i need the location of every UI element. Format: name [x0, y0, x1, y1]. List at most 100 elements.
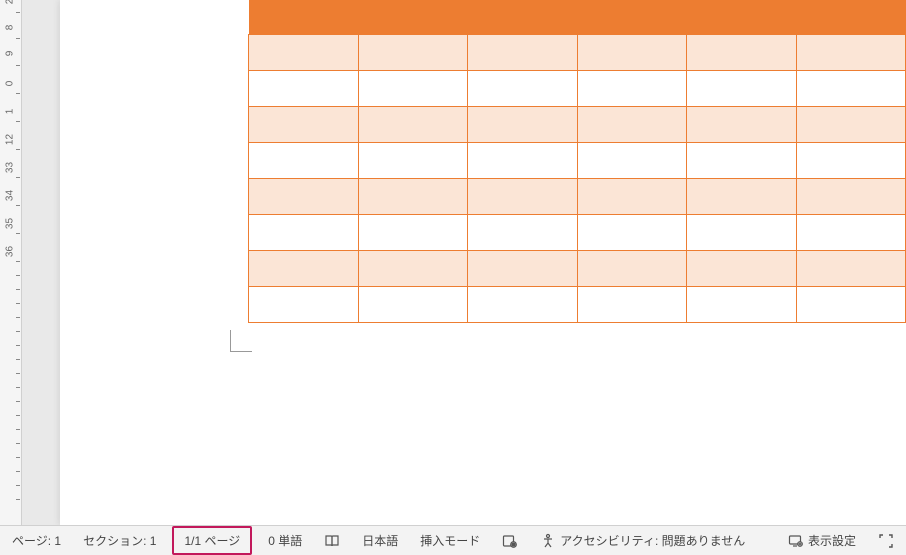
ruler-tick [16, 485, 20, 486]
ruler-tick [16, 345, 20, 346]
ruler-tick [16, 12, 20, 13]
ruler-tick [16, 317, 20, 318]
table-cell[interactable] [468, 286, 578, 322]
table-cell[interactable] [796, 106, 906, 142]
table-cell[interactable] [358, 34, 468, 70]
ruler-mark: 2 [5, 0, 16, 10]
page-content [60, 0, 906, 525]
status-macro[interactable] [496, 529, 524, 553]
ruler-tick [16, 205, 20, 206]
status-insert-mode[interactable]: 挿入モード [414, 528, 486, 553]
table-row[interactable] [249, 106, 906, 142]
table-cell[interactable] [687, 142, 797, 178]
table-cell[interactable] [796, 142, 906, 178]
status-word-count[interactable]: 0 単語 [262, 528, 308, 553]
table-row[interactable] [249, 34, 906, 70]
table-cell[interactable] [249, 70, 359, 106]
ruler-tick [16, 303, 20, 304]
table-cell[interactable] [358, 178, 468, 214]
display-settings-icon [788, 533, 804, 549]
table-cell[interactable] [468, 34, 578, 70]
table-cell[interactable] [687, 34, 797, 70]
table-cell[interactable] [796, 178, 906, 214]
table-cell[interactable] [687, 250, 797, 286]
table-cell[interactable] [687, 286, 797, 322]
ruler-tick [16, 457, 20, 458]
table-cell[interactable] [468, 142, 578, 178]
status-language[interactable]: 日本語 [356, 528, 404, 553]
table-row[interactable] [249, 142, 906, 178]
table-cell[interactable] [577, 286, 687, 322]
table-cell[interactable] [249, 34, 359, 70]
status-display-settings[interactable]: 表示設定 [782, 528, 862, 553]
status-focus-mode[interactable] [872, 529, 900, 553]
table-header-cell[interactable] [687, 0, 797, 34]
table-cell[interactable] [468, 70, 578, 106]
table-cell[interactable] [249, 250, 359, 286]
page[interactable] [60, 0, 906, 525]
table-cell[interactable] [577, 34, 687, 70]
table-cell[interactable] [249, 106, 359, 142]
table-cell[interactable] [577, 142, 687, 178]
ruler-mark: 34 [5, 188, 16, 204]
table-cell[interactable] [358, 142, 468, 178]
table-cell[interactable] [577, 250, 687, 286]
table-cell[interactable] [249, 214, 359, 250]
table-cell[interactable] [249, 178, 359, 214]
table-header-cell[interactable] [249, 0, 359, 34]
table-cell[interactable] [687, 106, 797, 142]
ruler-mark: 0 [5, 76, 16, 92]
table-cell[interactable] [577, 178, 687, 214]
table-header-cell[interactable] [796, 0, 906, 34]
status-accessibility[interactable]: アクセシビリティ: 問題ありません [534, 528, 751, 553]
table-cell[interactable] [358, 70, 468, 106]
table-cell[interactable] [796, 214, 906, 250]
table-cell[interactable] [687, 178, 797, 214]
table-cell[interactable] [796, 34, 906, 70]
table-cell[interactable] [577, 70, 687, 106]
ruler-tick [16, 149, 20, 150]
table-header-cell[interactable] [468, 0, 578, 34]
table-row[interactable] [249, 250, 906, 286]
table-cell[interactable] [687, 214, 797, 250]
ruler-tick [16, 373, 20, 374]
table-cell[interactable] [358, 214, 468, 250]
vertical-ruler[interactable]: 2 8 9 0 1 12 33 34 35 36 [0, 0, 22, 525]
status-spelling[interactable] [318, 529, 346, 553]
styled-table[interactable] [248, 0, 906, 323]
table-row[interactable] [249, 70, 906, 106]
table-cell[interactable] [796, 286, 906, 322]
table-row[interactable] [249, 286, 906, 322]
table-header-cell[interactable] [577, 0, 687, 34]
table-cell[interactable] [358, 106, 468, 142]
status-page-count[interactable]: 1/1 ページ [172, 526, 252, 555]
document-viewport[interactable] [22, 0, 906, 525]
table-cell[interactable] [796, 250, 906, 286]
table-cell[interactable] [577, 214, 687, 250]
table-cell[interactable] [687, 70, 797, 106]
ruler-tick [16, 415, 20, 416]
book-icon [324, 533, 340, 549]
table-header-row[interactable] [249, 0, 906, 34]
table-row[interactable] [249, 178, 906, 214]
ruler-tick [16, 289, 20, 290]
table-row[interactable] [249, 214, 906, 250]
table-cell[interactable] [468, 214, 578, 250]
table-cell[interactable] [249, 142, 359, 178]
table-cell[interactable] [796, 70, 906, 106]
ruler-tick [16, 443, 20, 444]
table-cell[interactable] [468, 106, 578, 142]
table-cell[interactable] [577, 106, 687, 142]
status-section[interactable]: セクション: 1 [77, 528, 162, 553]
table-cell[interactable] [249, 286, 359, 322]
status-page[interactable]: ページ: 1 [6, 528, 67, 553]
ruler-tick [16, 65, 20, 66]
table-cell[interactable] [358, 286, 468, 322]
macro-record-icon [502, 533, 518, 549]
table-cell[interactable] [358, 250, 468, 286]
table-cell[interactable] [468, 250, 578, 286]
table-cell[interactable] [468, 178, 578, 214]
table-header-cell[interactable] [358, 0, 468, 34]
ruler-tick [16, 359, 20, 360]
ruler-tick [16, 387, 20, 388]
